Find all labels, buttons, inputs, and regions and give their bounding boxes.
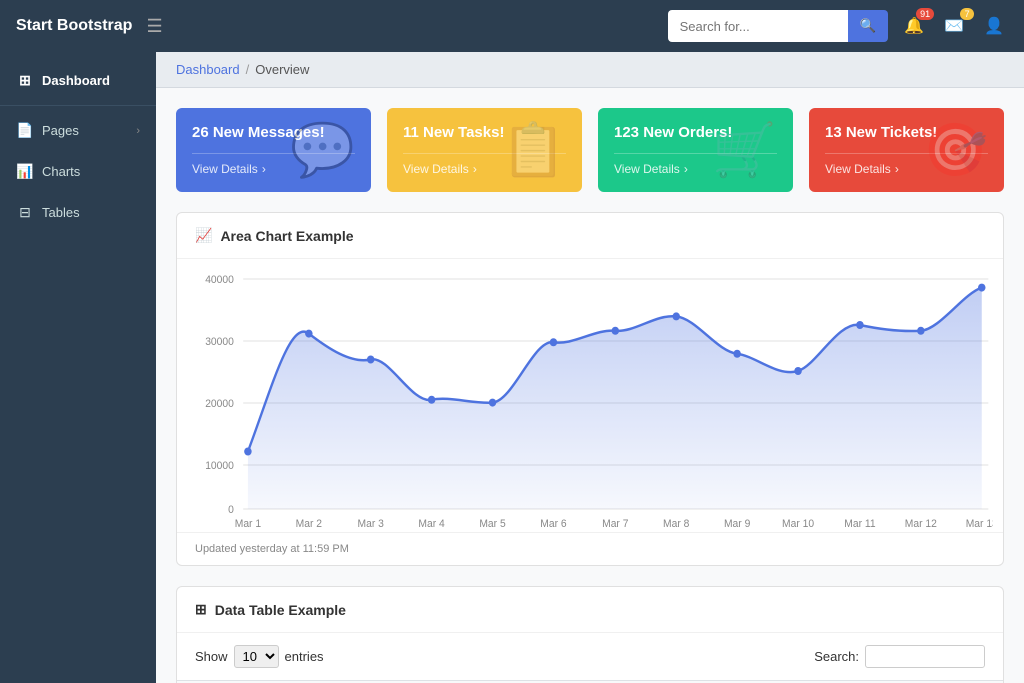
sidebar-item-dashboard[interactable]: ⊞ Dashboard <box>0 60 156 101</box>
search-form: 🔍 <box>668 10 889 42</box>
svg-text:Mar 4: Mar 4 <box>418 518 444 529</box>
sidebar-item-pages[interactable]: 📄 Pages › <box>0 110 156 151</box>
tables-icon: ⊟ <box>16 204 34 221</box>
alerts-button[interactable]: 🔔 91 <box>900 12 928 40</box>
navbar-icons: 🔔 91 ✉️ 7 👤 <box>900 12 1008 40</box>
sidebar-label-charts: Charts <box>42 164 140 179</box>
cards-row: 26 New Messages! 💬 View Details › 11 New… <box>176 108 1004 192</box>
sidebar-label-tables: Tables <box>42 205 140 220</box>
svg-text:Mar 8: Mar 8 <box>663 518 689 529</box>
show-entries: Show 10 25 50 entries <box>195 645 324 668</box>
navbar: Start Bootstrap ☰ 🔍 🔔 91 ✉️ 7 👤 <box>0 0 1024 52</box>
chart-point <box>978 284 985 292</box>
tasks-card-icon: 📋 <box>501 120 566 181</box>
svg-text:Mar 1: Mar 1 <box>235 518 261 529</box>
table-search-input[interactable] <box>865 645 985 668</box>
messages-badge: 7 <box>960 8 974 20</box>
sidebar-item-tables[interactable]: ⊟ Tables <box>0 192 156 233</box>
pages-chevron-icon: › <box>136 125 140 137</box>
chart-point <box>305 330 312 338</box>
pages-icon: 📄 <box>16 122 34 139</box>
messages-button[interactable]: ✉️ 7 <box>940 12 968 40</box>
user-button[interactable]: 👤 <box>980 12 1008 40</box>
chart-point <box>917 327 924 335</box>
card-tickets: 13 New Tickets! 🎯 View Details › <box>809 108 1004 192</box>
svg-text:30000: 30000 <box>205 336 234 348</box>
svg-text:Mar 10: Mar 10 <box>782 518 814 529</box>
chart-body: 40000 30000 20000 10000 0 <box>177 259 1003 532</box>
chart-title-icon: 📈 <box>195 227 212 244</box>
dashboard-icon: ⊞ <box>16 72 34 89</box>
tickets-card-icon: 🎯 <box>923 120 988 181</box>
area-chart-section: 📈 Area Chart Example 40000 30000 20000 <box>176 212 1004 566</box>
svg-text:Mar 13: Mar 13 <box>966 518 993 529</box>
chart-title: Area Chart Example <box>220 228 353 244</box>
breadcrumb: Dashboard / Overview <box>156 52 1024 88</box>
entries-select[interactable]: 10 25 50 <box>234 645 279 668</box>
table-title: Data Table Example <box>215 602 346 618</box>
svg-text:Mar 2: Mar 2 <box>296 518 322 529</box>
svg-text:Mar 12: Mar 12 <box>905 518 937 529</box>
chart-point <box>672 312 679 320</box>
chart-point <box>733 350 740 358</box>
svg-text:20000: 20000 <box>205 398 234 410</box>
search-button[interactable]: 🔍 <box>848 10 889 42</box>
breadcrumb-parent[interactable]: Dashboard <box>176 62 240 77</box>
svg-text:Mar 11: Mar 11 <box>844 518 875 529</box>
arrow-right-icon: › <box>895 162 899 176</box>
chart-point <box>428 396 435 404</box>
orders-card-icon: 🛒 <box>712 120 777 181</box>
arrow-right-icon: › <box>262 162 266 176</box>
chart-update-text: Updated yesterday at 11:59 PM <box>195 543 349 555</box>
search-input[interactable] <box>668 10 848 42</box>
sidebar-label-pages: Pages <box>42 123 128 138</box>
messages-card-icon: 💬 <box>290 120 355 181</box>
arrow-right-icon: › <box>684 162 688 176</box>
table-controls: Show 10 25 50 entries Search: <box>177 633 1003 680</box>
card-orders: 123 New Orders! 🛒 View Details › <box>598 108 793 192</box>
area-fill <box>248 288 982 509</box>
chart-point <box>244 448 251 456</box>
svg-text:10000: 10000 <box>205 460 234 472</box>
area-chart-svg: 40000 30000 20000 10000 0 <box>187 269 993 529</box>
svg-text:Mar 9: Mar 9 <box>724 518 750 529</box>
sidebar-item-charts[interactable]: 📊 Charts <box>0 151 156 192</box>
main-content: Dashboard / Overview 26 New Messages! 💬 … <box>156 52 1024 683</box>
table-header: ⊞ Data Table Example <box>177 587 1003 633</box>
chart-point <box>367 356 374 364</box>
chart-footer: Updated yesterday at 11:59 PM <box>177 532 1003 565</box>
svg-text:0: 0 <box>228 504 234 516</box>
card-messages: 26 New Messages! 💬 View Details › <box>176 108 371 192</box>
svg-text:Mar 3: Mar 3 <box>358 518 384 529</box>
sidebar: ⊞ Dashboard 📄 Pages › 📊 Charts ⊟ Tables <box>0 52 156 683</box>
svg-text:Mar 6: Mar 6 <box>540 518 566 529</box>
chart-point <box>612 327 619 335</box>
table-search-label: Search: <box>814 649 859 664</box>
svg-text:Mar 7: Mar 7 <box>602 518 628 529</box>
sidebar-label-dashboard: Dashboard <box>42 73 140 88</box>
content-area: 26 New Messages! 💬 View Details › 11 New… <box>156 88 1024 683</box>
alerts-badge: 91 <box>916 8 934 20</box>
chart-header: 📈 Area Chart Example <box>177 213 1003 259</box>
app-title: Start Bootstrap <box>16 17 132 35</box>
show-label: Show <box>195 649 228 664</box>
table-section: ⊞ Data Table Example Show 10 25 50 entri… <box>176 586 1004 683</box>
breadcrumb-current: Overview <box>255 62 309 77</box>
arrow-right-icon: › <box>473 162 477 176</box>
charts-icon: 📊 <box>16 163 34 180</box>
svg-text:40000: 40000 <box>205 274 234 286</box>
breadcrumb-separator: / <box>246 62 250 77</box>
chart-point <box>489 399 496 407</box>
chart-point <box>856 321 863 329</box>
entries-label: entries <box>285 649 324 664</box>
layout: ⊞ Dashboard 📄 Pages › 📊 Charts ⊟ Tables … <box>0 52 1024 683</box>
card-tasks: 11 New Tasks! 📋 View Details › <box>387 108 582 192</box>
chart-point <box>794 367 801 375</box>
svg-text:Mar 5: Mar 5 <box>479 518 505 529</box>
chart-point <box>550 338 557 346</box>
table-search-box: Search: <box>814 645 985 668</box>
table-title-icon: ⊞ <box>195 601 207 618</box>
menu-toggle-icon[interactable]: ☰ <box>146 16 162 37</box>
